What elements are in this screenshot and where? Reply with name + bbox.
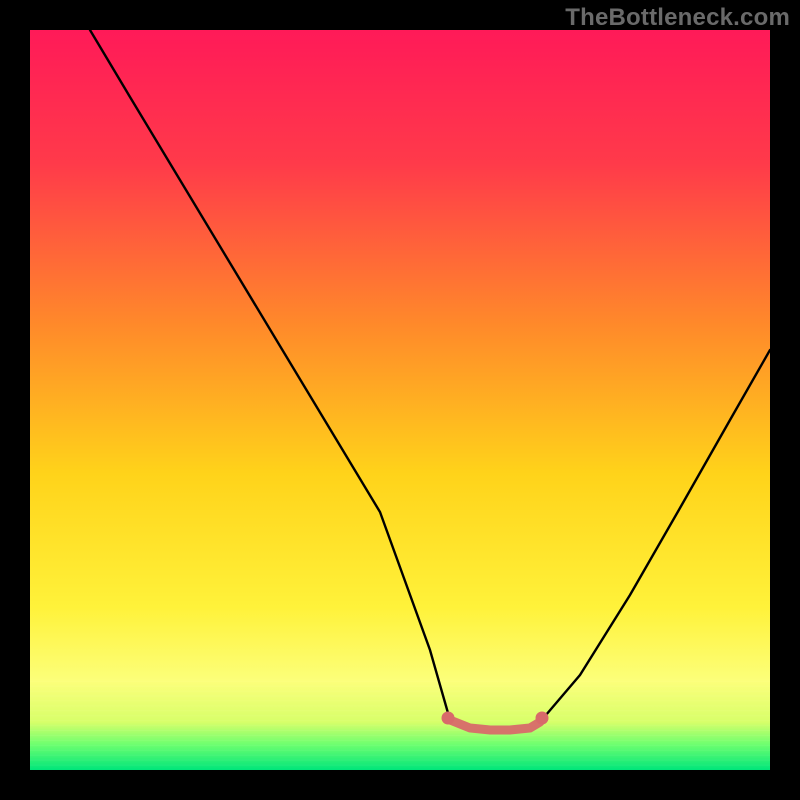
bottleneck-plot: [30, 30, 770, 770]
gradient-background: [30, 30, 770, 770]
valley-dot-right: [536, 712, 549, 725]
plot-area: [30, 30, 770, 770]
valley-dot-left: [442, 712, 455, 725]
chart-frame: TheBottleneck.com: [0, 0, 800, 800]
watermark-label: TheBottleneck.com: [565, 4, 790, 32]
